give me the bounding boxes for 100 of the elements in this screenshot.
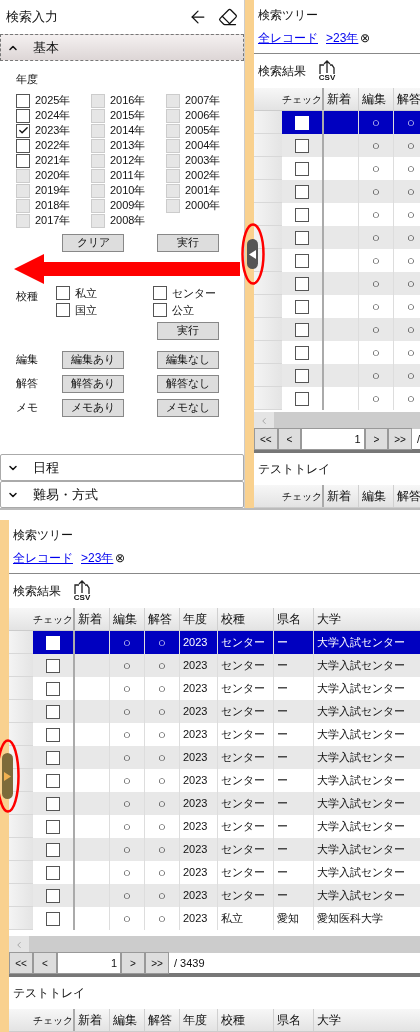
- checkbox[interactable]: [16, 108, 30, 123]
- table-row[interactable]: ○ ○ 2023 センター ー 大学入試センター: [9, 700, 420, 723]
- splitter-handle[interactable]: [247, 239, 258, 269]
- checkbox[interactable]: [153, 286, 167, 300]
- checkbox[interactable]: [46, 796, 60, 811]
- checkbox[interactable]: [295, 253, 309, 268]
- checkbox[interactable]: [46, 727, 60, 742]
- column-header[interactable]: 解答: [394, 88, 420, 110]
- action-button[interactable]: メモあり: [62, 398, 124, 417]
- checkbox[interactable]: [295, 184, 309, 199]
- breadcrumb-link[interactable]: 全レコード: [258, 29, 318, 47]
- checkbox[interactable]: [46, 865, 60, 880]
- column-header[interactable]: 年度: [180, 1009, 218, 1031]
- checkbox[interactable]: [295, 161, 309, 176]
- column-header[interactable]: 編集: [359, 485, 394, 507]
- checkbox[interactable]: [46, 704, 60, 719]
- checkbox[interactable]: [56, 303, 70, 317]
- checkbox[interactable]: [295, 276, 309, 291]
- page-input[interactable]: 1: [57, 952, 121, 974]
- action-button[interactable]: 編集あり: [62, 350, 124, 369]
- table-row[interactable]: ○ ○ 2023 センター ー 大学入試センター: [9, 884, 420, 907]
- table-row[interactable]: ○ ○: [254, 318, 420, 341]
- column-header[interactable]: 大学: [314, 608, 420, 630]
- pager-button[interactable]: >: [364, 428, 389, 450]
- accordion-header[interactable]: 日程: [0, 454, 244, 481]
- checkbox[interactable]: [295, 322, 309, 337]
- table-row[interactable]: ○ ○ 2023 センター ー 大学入試センター: [9, 631, 420, 654]
- action-button[interactable]: クリア: [62, 233, 124, 252]
- action-button[interactable]: 編集なし: [157, 350, 219, 369]
- column-header[interactable]: 県名: [274, 1009, 314, 1031]
- pager-button[interactable]: >>: [388, 428, 412, 450]
- column-header[interactable]: 新着: [75, 1009, 110, 1031]
- column-header[interactable]: チェック: [282, 485, 324, 507]
- column-header[interactable]: 県名: [274, 608, 314, 630]
- pager-button[interactable]: <: [33, 952, 57, 974]
- eraser-icon[interactable]: [218, 7, 238, 27]
- column-header[interactable]: 新着: [324, 485, 359, 507]
- checkbox[interactable]: [46, 681, 60, 696]
- table-row[interactable]: ○ ○ 2023 センター ー 大学入試センター: [9, 654, 420, 677]
- column-header[interactable]: 新着: [75, 608, 110, 630]
- table-row[interactable]: ○ ○: [254, 180, 420, 203]
- column-header[interactable]: チェック: [33, 1009, 75, 1031]
- checkbox[interactable]: [295, 368, 309, 383]
- csv-export-button[interactable]: CSV: [318, 60, 336, 82]
- checkbox[interactable]: [295, 138, 309, 153]
- table-row[interactable]: ○ ○ 2023 センター ー 大学入試センター: [9, 838, 420, 861]
- column-header[interactable]: 編集: [110, 608, 145, 630]
- column-header[interactable]: 解答: [394, 485, 420, 507]
- checkbox[interactable]: [16, 123, 30, 138]
- pager-button[interactable]: <: [277, 428, 302, 450]
- column-header[interactable]: 編集: [359, 88, 394, 110]
- csv-export-button[interactable]: CSV: [73, 580, 91, 602]
- pager-button[interactable]: >>: [145, 952, 169, 974]
- column-header[interactable]: 大学: [314, 1009, 420, 1031]
- clear-filter-icon[interactable]: ⊗: [360, 29, 371, 47]
- checkbox[interactable]: [16, 153, 30, 168]
- action-button[interactable]: 解答あり: [62, 374, 124, 393]
- checkbox[interactable]: [46, 819, 60, 834]
- table-row[interactable]: ○ ○ 2023 センター ー 大学入試センター: [9, 746, 420, 769]
- checkbox[interactable]: [46, 911, 60, 926]
- table-row[interactable]: ○ ○: [254, 272, 420, 295]
- action-button[interactable]: 実行: [157, 233, 219, 252]
- checkbox[interactable]: [56, 286, 70, 300]
- column-header[interactable]: 校種: [218, 1009, 274, 1031]
- page-input[interactable]: 1: [301, 428, 365, 450]
- column-header[interactable]: 編集: [110, 1009, 145, 1031]
- table-row[interactable]: ○ ○: [254, 111, 420, 134]
- breadcrumb-link[interactable]: 全レコード: [13, 549, 73, 567]
- column-header[interactable]: 校種: [218, 608, 274, 630]
- splitter-handle[interactable]: [2, 753, 13, 799]
- checkbox[interactable]: [295, 230, 309, 245]
- breadcrumb-link[interactable]: >23年: [326, 29, 359, 47]
- checkbox[interactable]: [16, 138, 30, 153]
- table-row[interactable]: ○ ○: [254, 364, 420, 387]
- clear-filter-icon[interactable]: ⊗: [115, 549, 126, 567]
- checkbox[interactable]: [16, 93, 30, 108]
- accordion-header[interactable]: 基本: [0, 34, 244, 61]
- column-header[interactable]: 年度: [180, 608, 218, 630]
- breadcrumb-link[interactable]: >23年: [81, 549, 114, 567]
- checkbox[interactable]: [46, 888, 60, 903]
- checkbox[interactable]: [46, 658, 60, 673]
- checkbox[interactable]: [295, 345, 309, 360]
- checkbox[interactable]: [295, 207, 309, 222]
- column-header[interactable]: 新着: [324, 88, 359, 110]
- checkbox[interactable]: [295, 391, 309, 406]
- checkbox[interactable]: [153, 303, 167, 317]
- pager-button[interactable]: >: [121, 952, 145, 974]
- table-row[interactable]: ○ ○: [254, 226, 420, 249]
- checkbox[interactable]: [46, 773, 60, 788]
- pager-button[interactable]: <<: [9, 952, 33, 974]
- action-button[interactable]: 実行: [157, 321, 219, 340]
- column-header[interactable]: 解答: [145, 608, 180, 630]
- action-button[interactable]: メモなし: [157, 398, 219, 417]
- table-row[interactable]: ○ ○ 2023 センター ー 大学入試センター: [9, 792, 420, 815]
- column-header[interactable]: 解答: [145, 1009, 180, 1031]
- accordion-header[interactable]: 難易・方式: [0, 481, 244, 508]
- action-button[interactable]: 解答なし: [157, 374, 219, 393]
- pager-button[interactable]: <<: [254, 428, 278, 450]
- checkbox[interactable]: [46, 750, 60, 765]
- checkbox[interactable]: [295, 299, 309, 314]
